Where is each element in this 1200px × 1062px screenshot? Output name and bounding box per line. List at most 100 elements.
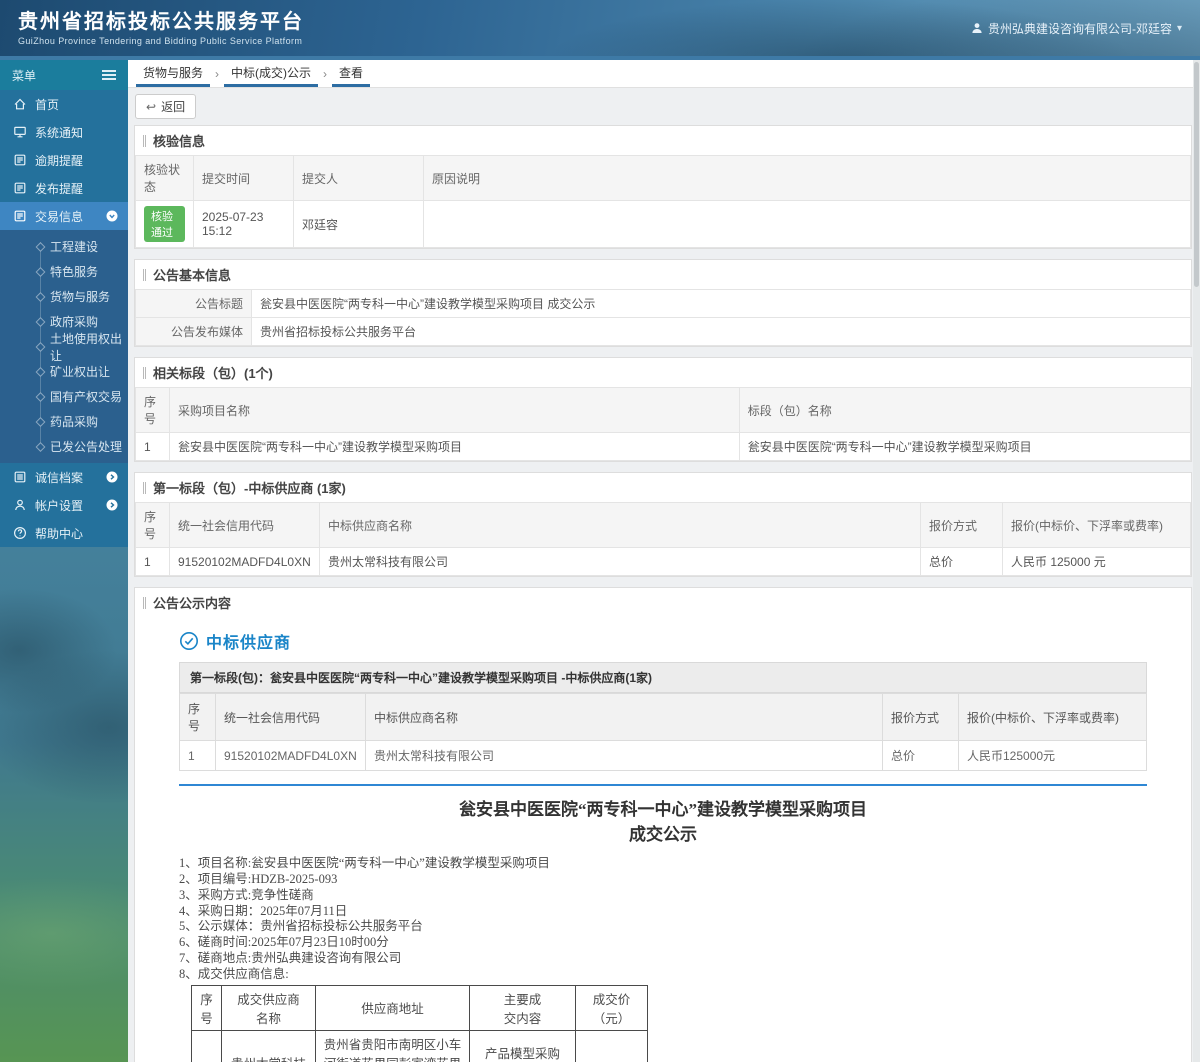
table-row: 核验通过 2025-07-23 15:12 邓廷容 — [135, 200, 1191, 248]
sidebar: 菜单 首页 系统通知 逾期提醒 发布提醒 交易信息 工程建设 特色服务 货物与服… — [0, 60, 128, 1062]
sidebar-item-label: 发布提醒 — [35, 181, 84, 196]
submenu-item[interactable]: 国有产权交易 — [0, 384, 128, 409]
announce-title-value: 瓮安县中医医院“两专科一中心”建设教学模型采购项目 成交公示 — [251, 289, 1191, 318]
sidebar-item-credit-archive[interactable]: 诚信档案 — [0, 463, 128, 491]
sidebar-item-label: 帮助中心 — [35, 526, 84, 541]
reason — [423, 200, 1191, 248]
document-icon — [14, 182, 26, 194]
related-sections-panel: 相关标段（包）(1个) 序号 采购项目名称 标段（包）名称 1 瓮安县中医医院“… — [134, 357, 1192, 462]
check-circle-icon — [180, 632, 198, 650]
user-menu[interactable]: 贵州弘典建设咨询有限公司-邓廷容 ▾ — [971, 20, 1182, 37]
page: 贵州省招标投标公共服务平台 GuiZhou Province Tendering… — [0, 0, 1200, 1062]
doc-line: 3、采购方式:竞争性磋商 — [179, 887, 314, 902]
breadcrumb-view[interactable]: 查看 — [332, 60, 371, 87]
sidebar-item-overdue-reminder[interactable]: 逾期提醒 — [0, 146, 128, 174]
col-header: 成交价 （元） — [575, 984, 648, 1031]
col-header: 标段（包）名称 — [738, 387, 1192, 433]
doc-line: 6、磋商时间:2025年07月23日10时00分 — [179, 935, 389, 950]
sidebar-item-home[interactable]: 首页 — [0, 90, 128, 118]
back-button[interactable]: ↩ 返回 — [135, 94, 197, 119]
breadcrumb-goods-services[interactable]: 货物与服务 — [136, 60, 211, 87]
col-header: 中标供应商名称 — [365, 693, 883, 741]
quote-type: 总价 — [882, 740, 959, 771]
col-header: 中标供应商名称 — [319, 502, 921, 548]
col-header: 提交时间 — [193, 155, 294, 201]
sidebar-item-transactions[interactable]: 交易信息 — [0, 202, 128, 230]
table-row: 1 91520102MADFD4L0XN 贵州太常科技有限公司 总价 人民币12… — [179, 740, 1147, 771]
sidebar-item-help-center[interactable]: 帮助中心 — [0, 519, 128, 547]
scrollbar-thumb[interactable] — [1194, 62, 1199, 287]
user-name: 贵州弘典建设咨询有限公司-邓廷容 — [987, 21, 1172, 36]
sidebar-item-label: 交易信息 — [35, 209, 84, 224]
col-header: 供应商地址 — [315, 984, 470, 1031]
top-header: 贵州省招标投标公共服务平台 GuiZhou Province Tendering… — [0, 0, 1200, 60]
submenu-item[interactable]: 特色服务 — [0, 259, 128, 284]
announce-media-value: 贵州省招标投标公共服务平台 — [251, 317, 1191, 346]
chevron-right-circle-icon — [106, 471, 118, 483]
section-marker — [143, 366, 146, 379]
submenu-item[interactable]: 矿业权出让 — [0, 359, 128, 384]
main-area: 货物与服务 › 中标(成交)公示 › 查看 ↩ 返回 核验信息 核验状态 提交时… — [128, 60, 1200, 1062]
field-label: 公告发布媒体 — [135, 317, 252, 346]
notice-content-panel: 公告公示内容 中标供应商 第一标段(包)：瓮安县中医医院“两专科一中心”建设教学… — [134, 587, 1192, 1062]
table-row: 1 贵州太常科技有限公司 贵州省贵阳市南明区小车河街道花果园彭家湾花果园项目M区… — [191, 1029, 648, 1062]
supplier-name: 贵州太常科技有限公司 — [319, 547, 921, 576]
person-icon — [15, 499, 25, 511]
quote-value: 人民币 125000 元 — [1002, 547, 1191, 576]
status-badge: 核验通过 — [144, 206, 185, 242]
sidebar-background-image — [0, 547, 128, 1062]
col-header: 统一社会信用代码 — [169, 502, 320, 548]
notice-panel-title: 公告公示内容 — [135, 588, 1191, 617]
col-header: 成交供应商 名称 — [221, 984, 316, 1031]
table-row: 公告发布媒体 贵州省招标投标公共服务平台 — [135, 317, 1191, 346]
doc-line: 1、项目名称:瓮安县中医医院“两专科一中心”建设教学模型采购项目 — [179, 856, 550, 871]
col-header: 核验状态 — [135, 155, 194, 201]
related-table: 序号 采购项目名称 标段（包）名称 1 瓮安县中医医院“两专科一中心”建设教学模… — [135, 387, 1192, 461]
home-icon — [14, 98, 26, 110]
section-marker — [143, 268, 146, 281]
col-header: 序号 — [135, 387, 170, 433]
body-row: 菜单 首页 系统通知 逾期提醒 发布提醒 交易信息 工程建设 特色服务 货物与服… — [0, 60, 1200, 1062]
submenu-item[interactable]: 工程建设 — [0, 234, 128, 259]
notice-document: 瓮安县中医医院“两专科一中心”建设教学模型采购项目 成交公示 1、项目名称:瓮安… — [179, 798, 1147, 1062]
menu-label: 菜单 — [12, 68, 37, 83]
col-header: 序 号 — [191, 984, 222, 1031]
chevron-right-circle-icon — [106, 499, 118, 511]
doc-title: 瓮安县中医医院“两专科一中心”建设教学模型采购项目 成交公示 — [459, 800, 867, 844]
breadcrumb-separator: › — [215, 66, 220, 81]
blue-divider — [179, 784, 1147, 786]
sidebar-item-label: 帐户设置 — [35, 498, 84, 513]
sidebar-item-label: 首页 — [35, 97, 60, 112]
breadcrumb-separator: › — [323, 66, 328, 81]
sidebar-item-label: 系统通知 — [35, 125, 84, 140]
submenu-item[interactable]: 已发公告处理 — [0, 434, 128, 459]
breadcrumb: 货物与服务 › 中标(成交)公示 › 查看 — [128, 60, 1200, 88]
submenu-item[interactable]: 货物与服务 — [0, 284, 128, 309]
submenu-item-label: 工程建设 — [50, 240, 99, 254]
platform-title: 贵州省招标投标公共服务平台 — [18, 11, 304, 33]
col-header: 提交人 — [293, 155, 424, 201]
chevron-down-circle-icon — [106, 210, 118, 222]
transactions-submenu: 工程建设 特色服务 货物与服务 政府采购 土地使用权出让 矿业权出让 国有产权交… — [0, 230, 128, 463]
col-header: 原因说明 — [423, 155, 1191, 201]
submenu-item[interactable]: 土地使用权出让 — [0, 332, 128, 363]
related-panel-title: 相关标段（包）(1个) — [135, 358, 1191, 387]
winner-panel: 第一标段（包）-中标供应商 (1家) 序号 统一社会信用代码 中标供应商名称 报… — [134, 472, 1192, 577]
winner-panel-title: 第一标段（包）-中标供应商 (1家) — [135, 473, 1191, 502]
quote-value: 人民币125000元 — [958, 740, 1147, 771]
sidebar-menu-head: 菜单 — [0, 60, 128, 90]
document-icon — [14, 154, 26, 166]
col-header: 报价(中标价、下浮率或费率) — [958, 693, 1147, 741]
question-circle-icon — [13, 526, 27, 540]
archive-icon — [14, 471, 26, 483]
sidebar-item-account-settings[interactable]: 帐户设置 — [0, 491, 128, 519]
credit-code: 91520102MADFD4L0XN — [215, 740, 366, 771]
submenu-item[interactable]: 药品采购 — [0, 409, 128, 434]
breadcrumb-award-notice[interactable]: 中标(成交)公示 — [224, 60, 319, 87]
sidebar-item-publish-reminder[interactable]: 发布提醒 — [0, 174, 128, 202]
col-header: 报价方式 — [920, 502, 1003, 548]
deal-price: 125000.00 — [575, 1029, 648, 1062]
submenu-item-label: 药品采购 — [50, 415, 99, 429]
sidebar-item-notifications[interactable]: 系统通知 — [0, 118, 128, 146]
hamburger-icon[interactable] — [102, 70, 116, 80]
